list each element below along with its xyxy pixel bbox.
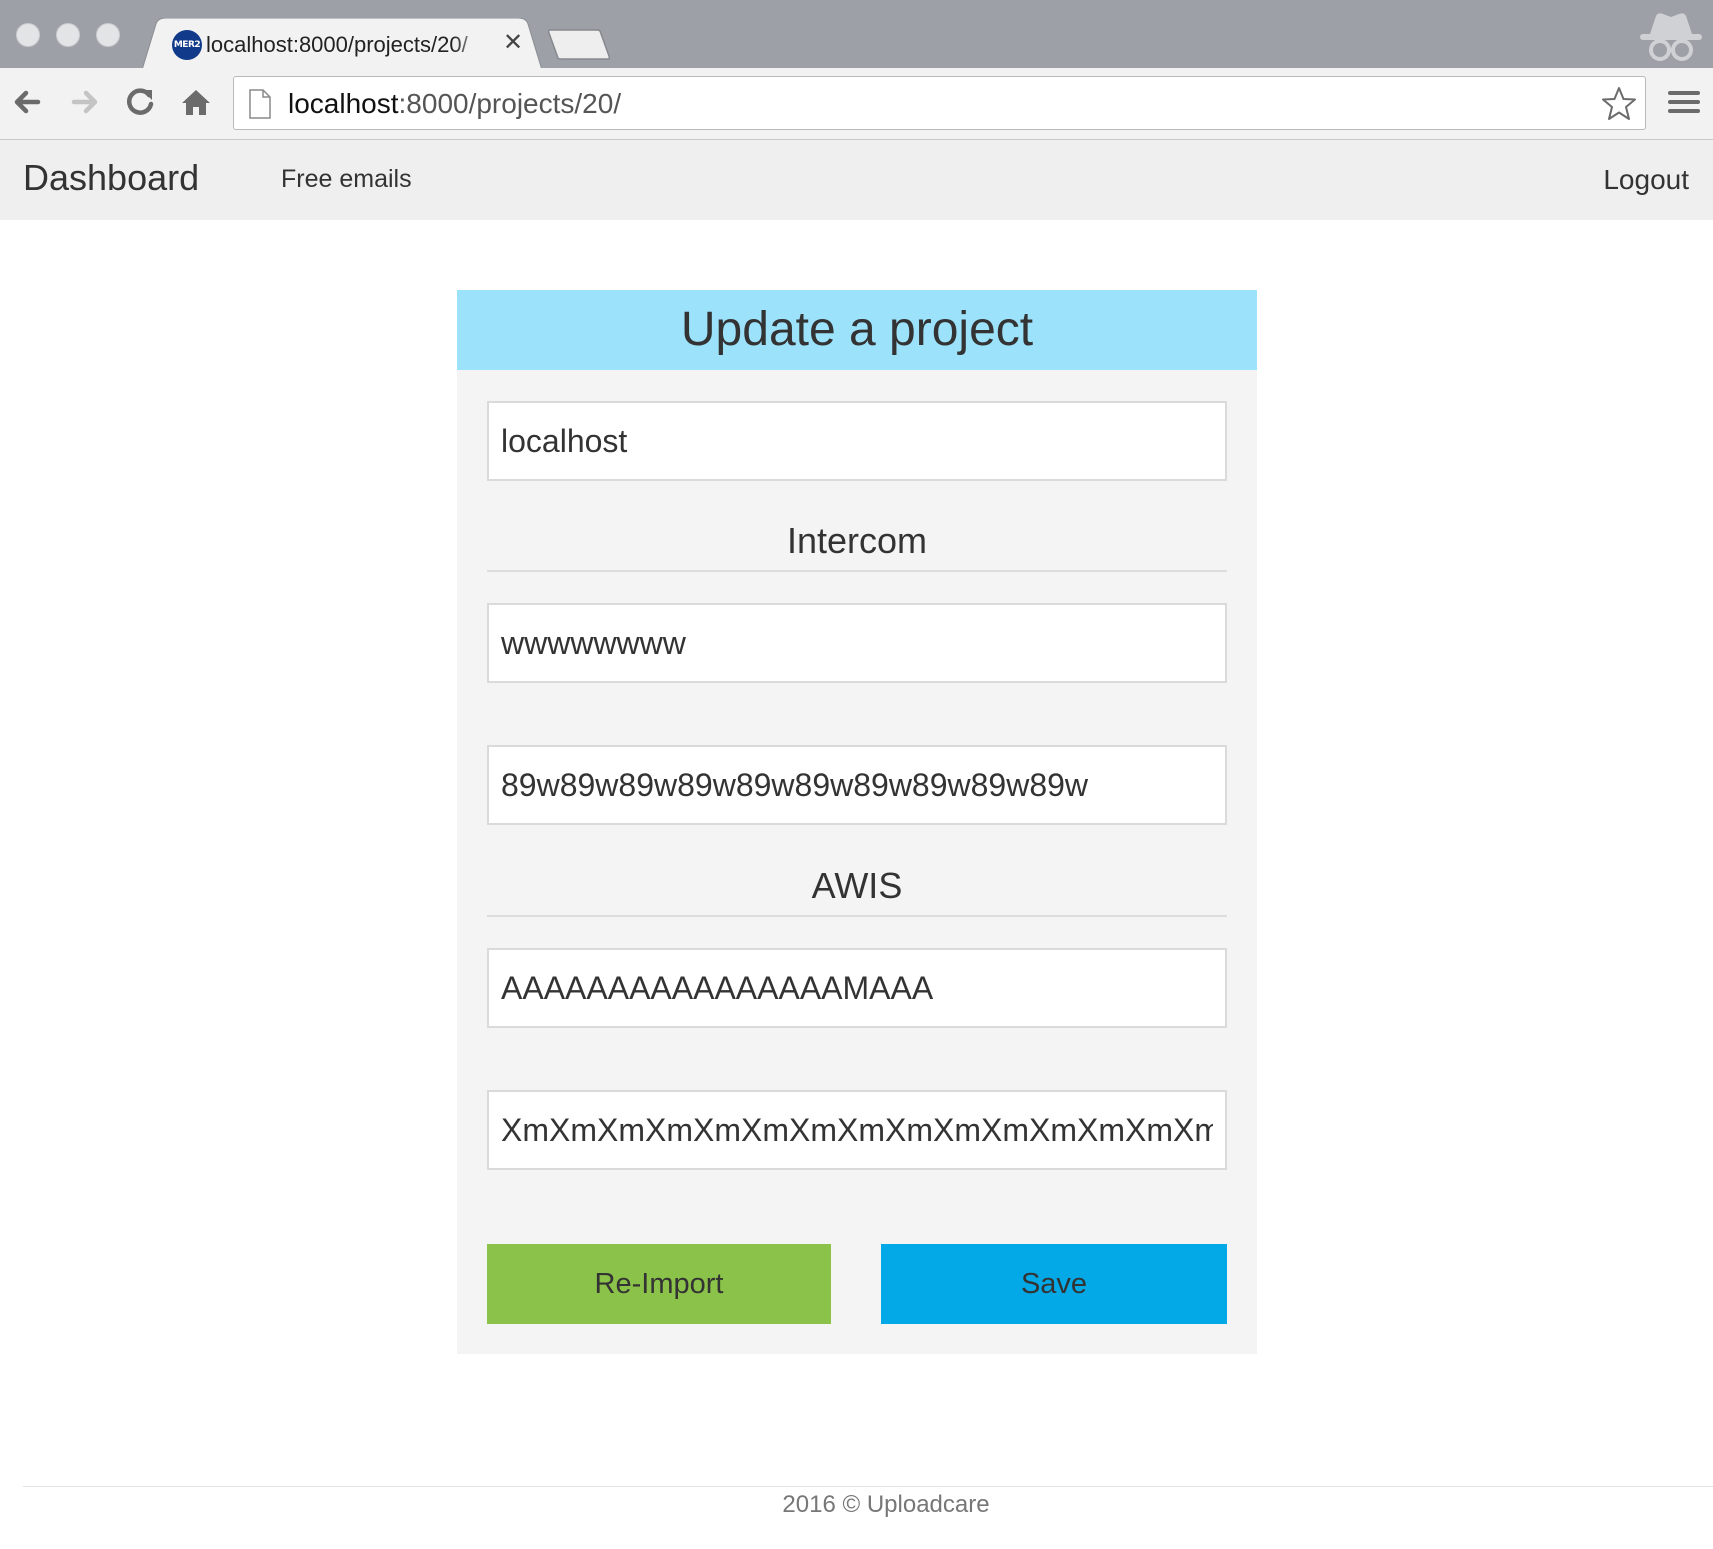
nav-link-free-emails[interactable]: Free emails: [281, 140, 412, 220]
address-url[interactable]: localhost:8000/projects/20/: [288, 77, 621, 131]
tab-close-icon[interactable]: ✕: [500, 28, 526, 58]
footer-copyright: 2016 © Uploadcare: [782, 1491, 990, 1518]
window-zoom-button[interactable]: [96, 23, 120, 47]
brand-dashboard-link[interactable]: Dashboard: [23, 140, 199, 220]
site-favicon-icon: MER2: [172, 30, 202, 60]
browser-toolbar: localhost:8000/projects/20/: [0, 68, 1713, 140]
intercom-app-id-input[interactable]: [487, 603, 1227, 683]
address-path: :8000/projects/20/: [398, 88, 622, 119]
section-title-awis: AWIS: [487, 859, 1227, 917]
browser-tab[interactable]: MER2 localhost:8000/projects/20/ ✕: [142, 18, 542, 70]
panel-title: Update a project: [457, 290, 1257, 370]
hamburger-menu-icon[interactable]: [1664, 82, 1704, 122]
new-tab-button[interactable]: [546, 28, 612, 60]
section-title-intercom: Intercom: [487, 514, 1227, 572]
home-icon[interactable]: [176, 82, 216, 122]
app-navbar: Dashboard Free emails Logout: [0, 140, 1713, 220]
awis-access-key-input[interactable]: [487, 948, 1227, 1028]
back-arrow-icon[interactable]: [8, 82, 48, 122]
new-tab-icon: [547, 29, 611, 60]
window-minimize-button[interactable]: [56, 23, 80, 47]
awis-secret-key-input[interactable]: [487, 1090, 1227, 1170]
tab-strip: MER2 localhost:8000/projects/20/ ✕: [0, 0, 1713, 70]
forward-arrow-icon[interactable]: [64, 82, 104, 122]
browser-chrome: MER2 localhost:8000/projects/20/ ✕ local…: [0, 0, 1713, 140]
footer-divider: [23, 1486, 1713, 1487]
tab-title-fade: [452, 30, 492, 60]
address-host: localhost: [288, 88, 399, 119]
incognito-icon: [1636, 10, 1706, 66]
project-name-input[interactable]: [487, 401, 1227, 481]
reload-icon[interactable]: [120, 82, 160, 122]
update-project-panel: Update a project Intercom AWIS Re-Import…: [457, 290, 1257, 1354]
star-icon[interactable]: [1600, 85, 1638, 123]
window-close-button[interactable]: [16, 23, 40, 47]
reimport-button[interactable]: Re-Import: [487, 1244, 831, 1324]
logout-link[interactable]: Logout: [1603, 140, 1689, 220]
save-button[interactable]: Save: [881, 1244, 1227, 1324]
tab-title: localhost:8000/projects/20/: [206, 32, 468, 57]
address-bar[interactable]: localhost:8000/projects/20/: [233, 76, 1646, 130]
page-icon: [249, 89, 271, 119]
intercom-api-key-input[interactable]: [487, 745, 1227, 825]
